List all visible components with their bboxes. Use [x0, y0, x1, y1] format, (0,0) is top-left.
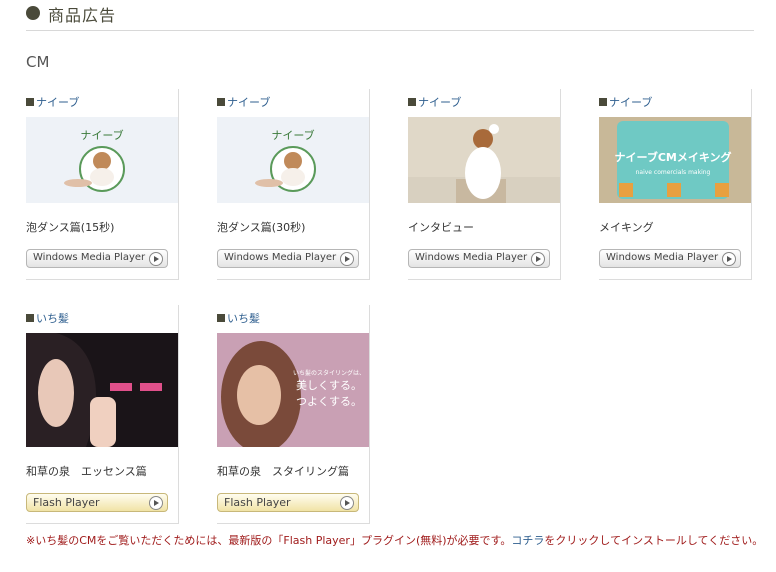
- bullet-icon: [26, 6, 40, 20]
- thumbnail-text-3: つよくする。: [296, 395, 362, 408]
- video-thumbnail[interactable]: いち髪のスタイリングは、 美しくする。 つよくする。: [217, 333, 369, 447]
- brand-label[interactable]: いち髪: [26, 310, 69, 326]
- section-title: CM: [26, 53, 50, 71]
- video-card: いち髪 和草の泉 エッセンス篇 Flash Player: [26, 305, 179, 524]
- video-card: ナイーブ ナイーブCMメイキング naive comercials making…: [599, 89, 752, 280]
- video-card: ナイーブ インタビュー Windows Media Player: [408, 89, 561, 280]
- video-thumbnail[interactable]: ナイーブ: [26, 117, 178, 203]
- thumbnail-title: ナイーブCMメイキング: [614, 150, 731, 164]
- square-bullet-icon: [26, 314, 34, 322]
- install-link[interactable]: コチラ: [511, 534, 544, 547]
- square-bullet-icon: [408, 98, 416, 106]
- button-label: Windows Media Player: [224, 252, 337, 263]
- square-bullet-icon: [217, 98, 225, 106]
- thumbnail-text-2: 美しくする。: [296, 379, 362, 392]
- video-caption: 和草の泉 エッセンス篇: [26, 465, 147, 478]
- video-caption: メイキング: [599, 221, 654, 234]
- video-card: いち髪 いち髪のスタイリングは、 美しくする。 つよくする。 和草の泉 スタイリ…: [217, 305, 370, 524]
- video-caption: 泡ダンス篇(15秒): [26, 221, 115, 234]
- windows-media-player-button[interactable]: Windows Media Player: [408, 249, 550, 268]
- flash-player-button[interactable]: Flash Player: [26, 493, 168, 512]
- video-caption: 泡ダンス篇(30秒): [217, 221, 306, 234]
- video-thumbnail[interactable]: [26, 333, 178, 447]
- play-icon: [340, 496, 354, 510]
- square-bullet-icon: [26, 98, 34, 106]
- flash-notice: ※いち髪のCMをご覧いただくためには、最新版の「Flash Player」プラグ…: [26, 532, 763, 548]
- button-label: Windows Media Player: [415, 252, 528, 263]
- button-label: Windows Media Player: [606, 252, 719, 263]
- notice-text: ※いち髪のCMをご覧いただくためには、最新版の「Flash Player」プラグ…: [26, 534, 512, 547]
- play-icon: [340, 252, 354, 266]
- brand-label[interactable]: ナイーブ: [217, 94, 270, 110]
- windows-media-player-button[interactable]: Windows Media Player: [26, 249, 168, 268]
- thumbnail-logo: ナイーブ: [271, 128, 314, 142]
- button-label: Windows Media Player: [33, 252, 146, 263]
- square-bullet-icon: [599, 98, 607, 106]
- notice-text-end: をクリックしてインストールしてください。: [544, 534, 764, 547]
- button-label: Flash Player: [224, 496, 291, 509]
- square-bullet-icon: [217, 314, 225, 322]
- brand-label[interactable]: ナイーブ: [599, 94, 652, 110]
- video-thumbnail[interactable]: ナイーブ: [217, 117, 369, 203]
- play-icon: [149, 496, 163, 510]
- brand-label[interactable]: いち髪: [217, 310, 260, 326]
- thumbnail-text-1: いち髪のスタイリングは、: [293, 369, 365, 377]
- video-caption: 和草の泉 スタイリング篇: [217, 465, 349, 478]
- page-title: 商品広告: [48, 6, 117, 25]
- brand-label[interactable]: ナイーブ: [26, 94, 79, 110]
- windows-media-player-button[interactable]: Windows Media Player: [217, 249, 359, 268]
- play-icon: [722, 252, 736, 266]
- flash-player-button[interactable]: Flash Player: [217, 493, 359, 512]
- thumbnail-logo: ナイーブ: [80, 128, 123, 142]
- brand-label[interactable]: ナイーブ: [408, 94, 461, 110]
- page-header: 商品広告: [26, 0, 754, 31]
- video-caption: インタビュー: [408, 221, 474, 234]
- video-thumbnail[interactable]: ナイーブCMメイキング naive comercials making: [599, 117, 751, 203]
- video-card: ナイーブ ナイーブ 泡ダンス篇(30秒) Windows Media Playe…: [217, 89, 370, 280]
- button-label: Flash Player: [33, 496, 100, 509]
- play-icon: [531, 252, 545, 266]
- video-card: ナイーブ ナイーブ 泡ダンス篇(15秒) Windows Media Playe…: [26, 89, 179, 280]
- thumbnail-subtitle: naive comercials making: [636, 169, 711, 176]
- windows-media-player-button[interactable]: Windows Media Player: [599, 249, 741, 268]
- video-thumbnail[interactable]: [408, 117, 560, 203]
- play-icon: [149, 252, 163, 266]
